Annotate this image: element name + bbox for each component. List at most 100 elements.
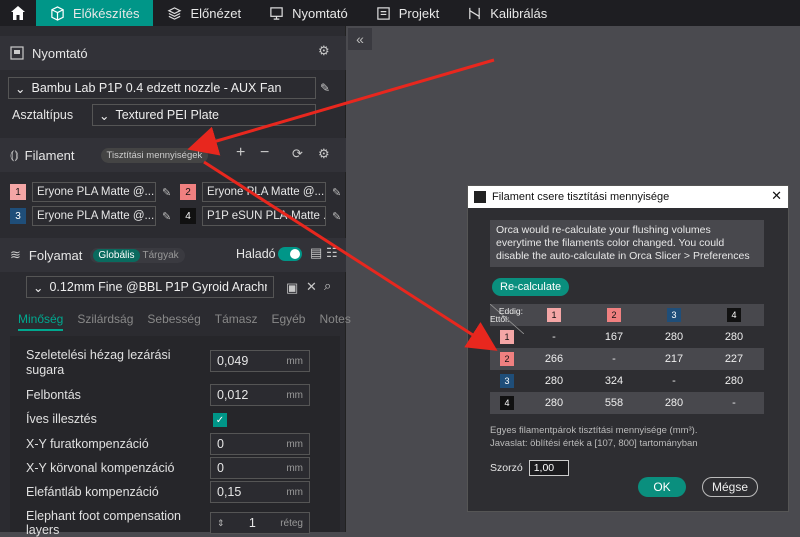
tab-calibration[interactable]: Kalibrálás: [453, 0, 561, 26]
printer-select[interactable]: ⌄ Bambu Lab P1P 0.4 edzett nozzle - AUX …: [8, 77, 316, 99]
tab-preview[interactable]: Előnézet: [153, 0, 255, 26]
xy-contour-compensation-input[interactable]: 0 mm: [210, 457, 310, 479]
tab-speed[interactable]: Sebesség: [147, 312, 200, 331]
edit-icon[interactable]: ✎: [320, 81, 330, 95]
double-chevron-left-icon: «: [356, 31, 364, 47]
edit-icon[interactable]: ✎: [332, 186, 341, 199]
filament-color-badge[interactable]: 1: [10, 184, 26, 200]
matrix-cell[interactable]: -: [584, 348, 644, 370]
matrix-cell[interactable]: 167: [584, 326, 644, 348]
tab-strength[interactable]: Szilárdság: [77, 312, 133, 331]
compare-icon[interactable]: ▤: [310, 245, 322, 261]
close-icon[interactable]: ✕: [306, 279, 317, 295]
param-label: Elefántláb kompenzáció: [26, 485, 159, 499]
matrix-cell[interactable]: -: [524, 326, 584, 348]
edit-icon[interactable]: ✎: [162, 210, 171, 223]
from-label: Ettől:: [490, 314, 510, 324]
row-badge: 4: [500, 396, 514, 410]
search-icon[interactable]: ⌕: [324, 278, 331, 294]
flushing-volumes-dialog: Filament csere tisztítási mennyisége ✕ O…: [467, 185, 789, 512]
global-option[interactable]: Globális: [93, 248, 140, 262]
param-unit: mm: [286, 355, 303, 367]
top-navigation-bar: Előkészítés Előnézet Nyomtató Projekt Ka…: [0, 0, 800, 26]
param-value: 0: [217, 437, 224, 451]
arc-fitting-checkbox[interactable]: ✓: [213, 413, 227, 427]
matrix-cell[interactable]: -: [644, 370, 704, 392]
matrix-cell[interactable]: -: [704, 392, 764, 414]
multiplier-input[interactable]: 1,00: [528, 460, 569, 476]
matrix-cell[interactable]: 280: [524, 392, 584, 414]
document-icon: [376, 6, 390, 20]
advanced-label: Haladó: [236, 247, 276, 261]
row-badge: 3: [500, 374, 514, 388]
matrix-cell[interactable]: 266: [524, 348, 584, 370]
tab-notes[interactable]: Notes: [319, 312, 350, 331]
collapse-sidebar-button[interactable]: «: [348, 28, 372, 50]
elephant-foot-compensation-input[interactable]: 0,15 mm: [210, 481, 310, 503]
process-profile-name: 0.12mm Fine @BBL P1P Gyroid Arachne: [49, 280, 267, 294]
elephant-foot-layers-input[interactable]: ⇕ 1 réteg: [210, 512, 310, 534]
edit-icon[interactable]: ✎: [332, 210, 341, 223]
plate-type-select[interactable]: ⌄ Textured PEI Plate: [92, 104, 316, 126]
filament-color-badge[interactable]: 2: [180, 184, 196, 200]
save-icon[interactable]: ▣: [286, 280, 298, 296]
remove-filament-button[interactable]: −: [260, 144, 269, 162]
resolution-input[interactable]: 0,012 mm: [210, 384, 310, 406]
add-filament-button[interactable]: +: [236, 144, 245, 162]
filament-color-badge[interactable]: 3: [10, 208, 26, 224]
column-badge: 2: [607, 308, 621, 322]
filament-slot-2[interactable]: 2 Eryone PLA Matte @... ✎: [180, 182, 341, 202]
matrix-cell[interactable]: 280: [704, 370, 764, 392]
column-badge: 4: [727, 308, 741, 322]
note-line: Javaslat: öblítési érték a [107, 800] ta…: [490, 438, 698, 449]
matrix-cell[interactable]: 558: [584, 392, 644, 414]
flushing-volumes-button[interactable]: Tisztítási mennyiségek: [100, 147, 209, 163]
recalculate-button[interactable]: Re-calculate: [492, 278, 570, 296]
close-icon[interactable]: ✕: [771, 188, 782, 204]
list-icon[interactable]: ☷: [326, 245, 338, 261]
filament-section-title: Filament: [24, 147, 75, 163]
param-label: Íves illesztés: [26, 412, 97, 426]
advanced-toggle[interactable]: [278, 247, 302, 261]
filament-slot-3[interactable]: 3 Eryone PLA Matte @... ✎: [10, 206, 171, 226]
sync-icon[interactable]: ⟳: [292, 146, 303, 162]
tab-quality[interactable]: Minőség: [18, 312, 64, 331]
param-value: 0,012: [217, 388, 249, 402]
filament-name: Eryone PLA Matte @...: [32, 182, 156, 202]
matrix-cell[interactable]: 227: [704, 348, 764, 370]
matrix-cell[interactable]: 217: [644, 348, 704, 370]
gear-icon[interactable]: ⚙: [318, 146, 330, 162]
tab-project[interactable]: Projekt: [362, 0, 453, 26]
matrix-row: 2 266 - 217 227: [490, 348, 764, 370]
matrix-cell[interactable]: 324: [584, 370, 644, 392]
filament-slot-1[interactable]: 1 Eryone PLA Matte @... ✎: [10, 182, 171, 202]
tab-printer[interactable]: Nyomtató: [255, 0, 362, 26]
matrix-cell[interactable]: 280: [704, 326, 764, 348]
slice-gap-closing-radius-input[interactable]: 0,049 mm: [210, 350, 310, 372]
calibration-icon: [469, 7, 480, 19]
stepper-icon[interactable]: ⇕: [217, 518, 225, 529]
global-objects-toggle[interactable]: Globális Tárgyak: [90, 247, 185, 263]
auto-calc-info: Orca would re-calculate your flushing vo…: [490, 220, 764, 267]
filament-color-badge[interactable]: 4: [180, 208, 196, 224]
home-button[interactable]: [0, 0, 36, 26]
cancel-button[interactable]: Mégse: [702, 477, 758, 497]
tab-others[interactable]: Egyéb: [271, 312, 305, 331]
xy-hole-compensation-input[interactable]: 0 mm: [210, 433, 310, 455]
matrix-row: 4 280 558 280 -: [490, 392, 764, 414]
ok-button[interactable]: OK: [638, 477, 686, 497]
filament-slot-4[interactable]: 4 P1P eSUN PLA-Matte ... ✎: [180, 206, 341, 226]
param-unit: mm: [286, 486, 303, 498]
matrix-cell[interactable]: 280: [524, 370, 584, 392]
objects-option[interactable]: Tárgyak: [140, 249, 182, 262]
edit-icon[interactable]: ✎: [162, 186, 171, 199]
layers-icon: [167, 6, 182, 20]
matrix-cell[interactable]: 280: [644, 326, 704, 348]
process-profile-select[interactable]: ⌄ 0.12mm Fine @BBL P1P Gyroid Arachne: [26, 276, 274, 298]
tab-support[interactable]: Támasz: [215, 312, 258, 331]
gear-icon[interactable]: ⚙: [318, 43, 330, 59]
param-label: Szeletelési hézag lezárási sugara: [26, 348, 171, 377]
matrix-cell[interactable]: 280: [644, 392, 704, 414]
tab-prepare[interactable]: Előkészítés: [36, 0, 154, 26]
tab-label: Projekt: [398, 5, 440, 21]
